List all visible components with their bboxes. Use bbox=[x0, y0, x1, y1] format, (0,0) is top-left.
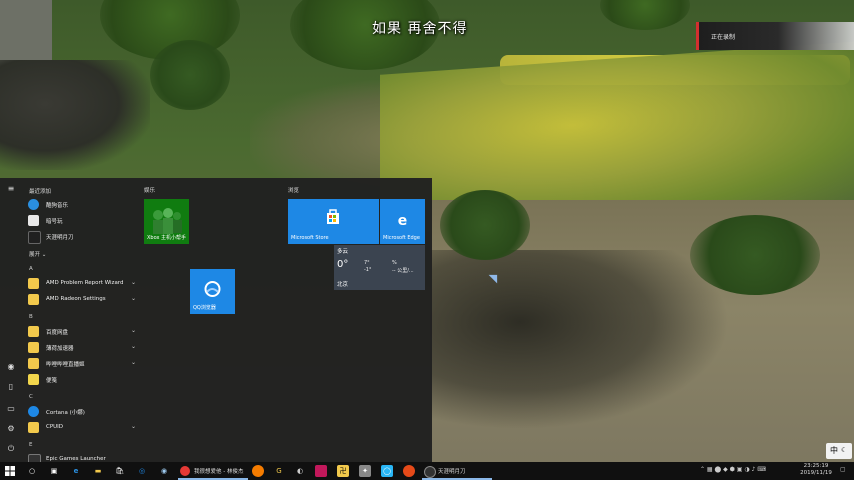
group-entertainment[interactable]: 娱乐 bbox=[144, 186, 155, 194]
notification-icon[interactable]: ▢ bbox=[840, 466, 846, 473]
sticky-notes-icon bbox=[28, 374, 39, 385]
task-view-icon[interactable]: ▣ bbox=[48, 465, 60, 477]
kugou-icon bbox=[28, 199, 39, 210]
recent-header: 最近添加 bbox=[29, 189, 52, 195]
video-subtitle: 如果 再舍不得 bbox=[372, 21, 468, 37]
qq-browser-icon[interactable]: ◎ bbox=[136, 465, 148, 477]
weather-condition: 多云 bbox=[337, 249, 349, 255]
weather-temp: 0° bbox=[337, 259, 349, 270]
app-item[interactable]: 哔哩哔哩直播姬 ⌄ bbox=[28, 357, 136, 371]
app-icon[interactable]: ✦ bbox=[359, 465, 371, 477]
cortana-icon bbox=[28, 406, 39, 417]
time-text: 23:25:19 bbox=[803, 463, 829, 469]
letter-header[interactable]: A bbox=[29, 266, 33, 272]
app-icon[interactable] bbox=[315, 465, 327, 477]
app-item[interactable]: AMD Problem Report Wizard ⌄ bbox=[28, 277, 136, 291]
steam-icon[interactable]: ◉ bbox=[158, 465, 170, 477]
netease-music-icon bbox=[180, 466, 190, 476]
chevron-down-icon: ⌄ bbox=[130, 343, 136, 350]
letter-header[interactable]: E bbox=[29, 442, 32, 448]
taskbar: ○ ▣ e ▬ 🛍 ◎ ◉ 我很想爱他 - 林俊杰 G ◐ 卍 ✦ ◯ 天涯明月… bbox=[0, 462, 854, 480]
app-item[interactable]: 暗号玩 bbox=[28, 214, 136, 228]
app-item[interactable]: 酷狗音乐 bbox=[28, 198, 136, 212]
task-music-player[interactable]: 我很想爱他 - 林俊杰 bbox=[178, 462, 248, 480]
tree bbox=[600, 0, 690, 30]
chevron-down-icon: ⌄ bbox=[130, 423, 136, 430]
app-icon[interactable] bbox=[252, 465, 264, 477]
file-explorer-icon[interactable]: ▬ bbox=[92, 465, 104, 477]
stone-wall bbox=[0, 60, 150, 170]
weather-low: -1° bbox=[364, 267, 372, 273]
start-rail: ≡ ◉ ▯ ▭ ⚙ ⏻ bbox=[0, 178, 22, 462]
pictures-icon[interactable]: ▭ bbox=[6, 404, 16, 414]
date-text: 2019/11/19 bbox=[800, 470, 832, 476]
tile-xbox[interactable]: Xbox 主机小帮手 bbox=[144, 199, 189, 244]
folder-icon bbox=[28, 422, 39, 433]
start-menu: ≡ ◉ ▯ ▭ ⚙ ⏻ 最近添加 酷狗音乐 暗号玩 天涯明月刀 展开 ⌄ A A… bbox=[0, 178, 432, 462]
hamburger-icon[interactable]: ≡ bbox=[6, 184, 16, 194]
tile-qq-browser[interactable]: QQ浏览器 bbox=[190, 269, 235, 314]
bush bbox=[690, 215, 820, 295]
app-item[interactable]: 薄荷加速器 ⌄ bbox=[28, 341, 136, 355]
app-item[interactable]: 百度网盘 ⌄ bbox=[28, 325, 136, 339]
ime-indicator[interactable]: 中 ☾ bbox=[826, 443, 852, 459]
user-avatar-icon[interactable]: ◉ bbox=[6, 362, 16, 372]
folder-icon bbox=[28, 278, 39, 289]
tile-microsoft-edge[interactable]: e Microsoft Edge bbox=[380, 199, 425, 244]
documents-icon[interactable]: ▯ bbox=[6, 382, 16, 392]
moon-icon: ☾ bbox=[841, 446, 848, 454]
anhaowan-icon bbox=[28, 215, 39, 226]
app-icon[interactable]: 卍 bbox=[337, 465, 349, 477]
edge-icon[interactable]: e bbox=[70, 465, 82, 477]
clock[interactable]: 23:25:19 2019/11/19 bbox=[797, 463, 835, 477]
task-game[interactable]: 天涯明月刀 bbox=[422, 462, 492, 480]
weather-humidity: % bbox=[392, 260, 397, 266]
folder-icon bbox=[28, 342, 39, 353]
bush bbox=[440, 190, 530, 260]
tile-weather[interactable]: 多云 0° 7° -1° % -- 公里/... 北京 bbox=[334, 245, 425, 290]
tianya-icon bbox=[424, 466, 436, 478]
weather-high: 7° bbox=[364, 260, 370, 266]
tile-microsoft-store[interactable]: Microsoft Store bbox=[288, 199, 379, 244]
app-item[interactable]: 便笺 bbox=[28, 373, 136, 387]
app-icon[interactable]: G bbox=[273, 465, 285, 477]
app-list: 最近添加 酷狗音乐 暗号玩 天涯明月刀 展开 ⌄ A AMD Problem R… bbox=[24, 178, 136, 462]
chevron-down-icon: ⌄ bbox=[130, 359, 136, 366]
power-icon[interactable]: ⏻ bbox=[6, 444, 16, 454]
folder-icon bbox=[28, 294, 39, 305]
chevron-down-icon: ⌄ bbox=[130, 295, 136, 302]
chevron-down-icon: ⌄ bbox=[130, 279, 136, 286]
expand-toggle[interactable]: 展开 ⌄ bbox=[29, 250, 46, 258]
recording-badge: 正在录制 bbox=[696, 22, 854, 50]
epic-games-icon bbox=[28, 454, 41, 462]
app-item[interactable]: Cortana (小娜) bbox=[28, 405, 136, 419]
settings-gear-icon[interactable]: ⚙ bbox=[6, 424, 16, 434]
folder-icon bbox=[28, 358, 39, 369]
app-item[interactable]: Epic Games Launcher bbox=[28, 453, 136, 462]
app-item[interactable]: AMD Radeon Settings ⌄ bbox=[28, 293, 136, 307]
bush bbox=[150, 40, 230, 110]
app-item[interactable]: CPUID ⌄ bbox=[28, 421, 136, 435]
app-icon[interactable]: ◯ bbox=[381, 465, 393, 477]
svg-text:e: e bbox=[398, 213, 408, 229]
tree-shadow bbox=[430, 250, 730, 430]
app-item[interactable]: 天涯明月刀 bbox=[28, 230, 136, 244]
store-icon[interactable]: 🛍 bbox=[114, 465, 126, 477]
windows-start-icon[interactable] bbox=[4, 465, 16, 477]
app-icon[interactable] bbox=[403, 465, 415, 477]
folder-icon bbox=[28, 326, 39, 337]
recording-label: 正在录制 bbox=[711, 34, 736, 41]
app-icon[interactable]: ◐ bbox=[294, 465, 306, 477]
group-browse[interactable]: 浏览 bbox=[288, 186, 299, 194]
weather-city: 北京 bbox=[337, 282, 349, 288]
tray-icons[interactable]: ⌃ ▦ ⬤ ◆ ⬢ ▣ ◑ ♪ ⌨ bbox=[700, 466, 766, 473]
chevron-down-icon: ⌄ bbox=[130, 327, 136, 334]
weather-wind: -- 公里/... bbox=[392, 268, 414, 274]
search-icon[interactable]: ○ bbox=[26, 465, 38, 477]
tianya-icon bbox=[28, 231, 41, 244]
letter-header[interactable]: B bbox=[29, 314, 33, 320]
letter-header[interactable]: C bbox=[29, 394, 33, 400]
